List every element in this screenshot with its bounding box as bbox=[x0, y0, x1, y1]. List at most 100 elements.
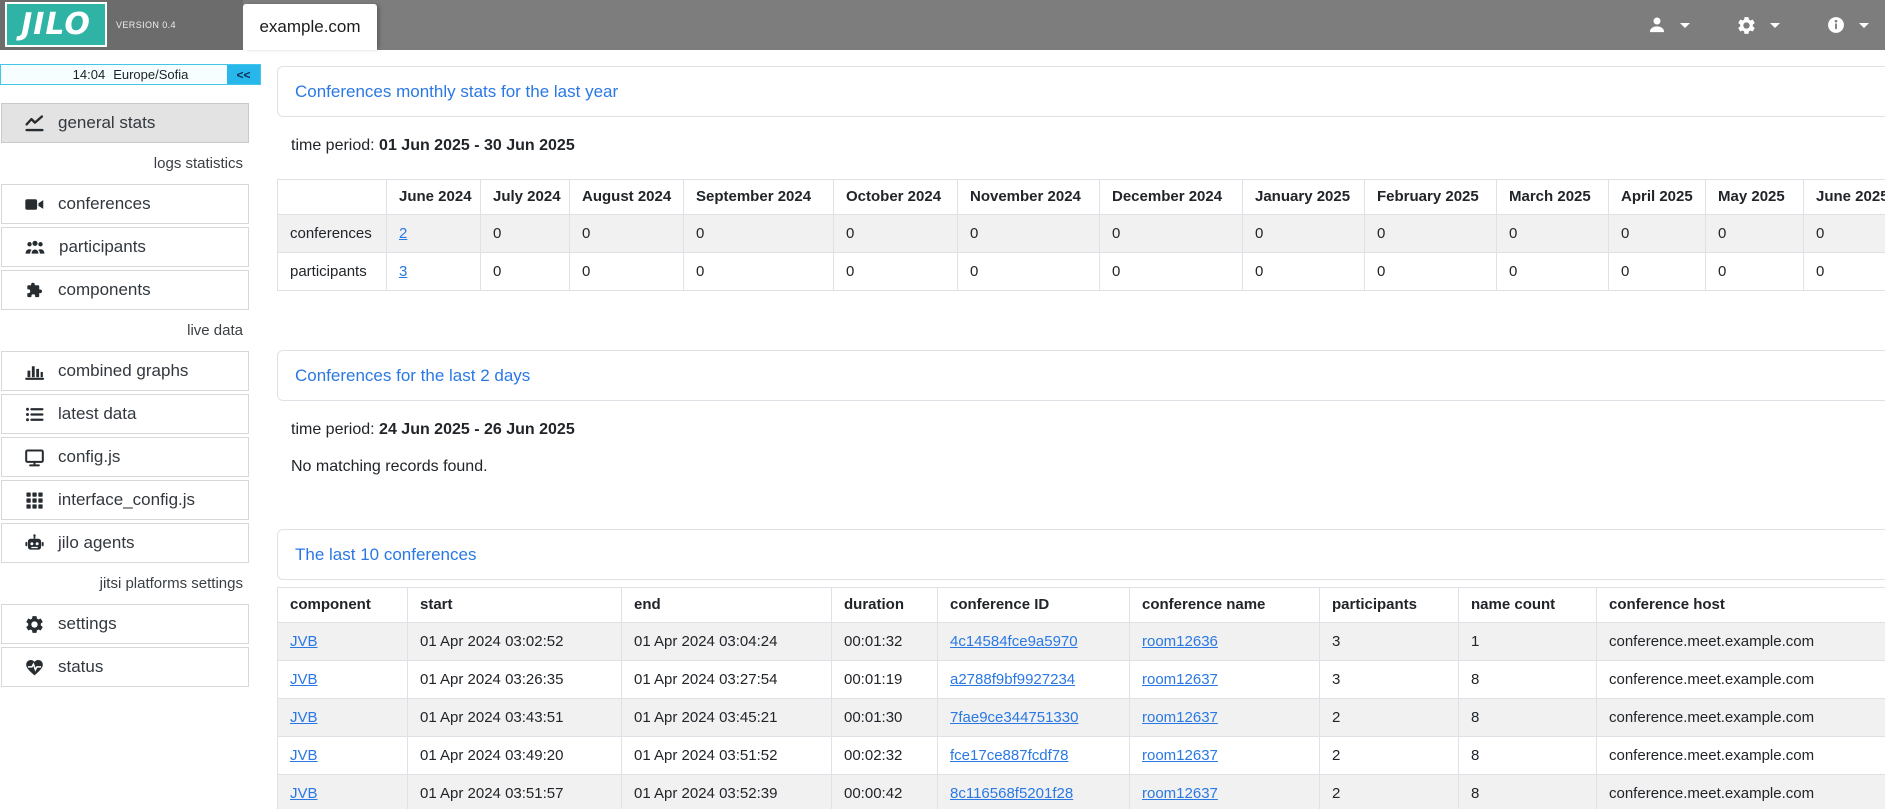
sidebar-item-components[interactable]: components bbox=[1, 270, 249, 310]
sidebar-item-general-stats[interactable]: general stats bbox=[1, 103, 249, 143]
jilo-logo[interactable]: JILO bbox=[5, 2, 107, 47]
jilo-app: JILO VERSION 0.4 example.com bbox=[0, 0, 1885, 809]
gear-icon bbox=[24, 614, 45, 635]
table-cell: 0 bbox=[1609, 253, 1706, 291]
table-link[interactable]: 4c14584fce9a5970 bbox=[950, 633, 1078, 650]
column-header: August 2024 bbox=[570, 180, 684, 215]
table-link[interactable]: JVB bbox=[290, 785, 318, 802]
table-cell: conference.meet.example.com bbox=[1597, 699, 1885, 737]
column-header: participants bbox=[1320, 588, 1459, 623]
platform-tab-example-com[interactable]: example.com bbox=[243, 4, 377, 50]
table-cell: conference.meet.example.com bbox=[1597, 623, 1885, 661]
table-cell: 8 bbox=[1459, 661, 1597, 699]
table-link[interactable]: JVB bbox=[290, 671, 318, 688]
sidebar-item-interface-config-js[interactable]: interface_config.js bbox=[1, 480, 249, 520]
table-cell: 2 bbox=[1320, 699, 1459, 737]
column-header: February 2025 bbox=[1365, 180, 1497, 215]
table-cell: JVB bbox=[278, 699, 408, 737]
table-row: JVB01 Apr 2024 03:49:2001 Apr 2024 03:51… bbox=[278, 737, 1885, 775]
bar-chart-icon bbox=[24, 361, 45, 382]
table-link[interactable]: 3 bbox=[399, 263, 407, 280]
settings-gear-icon bbox=[1736, 15, 1757, 36]
sidebar-item-status[interactable]: status bbox=[1, 647, 249, 687]
table-link[interactable]: room12637 bbox=[1142, 671, 1218, 688]
card-last-2-days-header: Conferences for the last 2 days bbox=[277, 350, 1885, 401]
table-link[interactable]: JVB bbox=[290, 709, 318, 726]
sidebar-item-label: settings bbox=[58, 614, 117, 634]
user-menu-dropdown[interactable] bbox=[1647, 15, 1690, 35]
table-link[interactable]: room12637 bbox=[1142, 709, 1218, 726]
table-link[interactable]: JVB bbox=[290, 747, 318, 764]
table-header-row: componentstartenddurationconference IDco… bbox=[278, 588, 1885, 623]
sidebar-item-config-js[interactable]: config.js bbox=[1, 437, 249, 477]
table-cell: conference.meet.example.com bbox=[1597, 737, 1885, 775]
table-cell: room12637 bbox=[1130, 737, 1320, 775]
table-cell: 01 Apr 2024 03:45:21 bbox=[622, 699, 832, 737]
table-cell: 3 bbox=[1320, 661, 1459, 699]
table-cell: 01 Apr 2024 03:02:52 bbox=[408, 623, 622, 661]
table-link[interactable]: 7fae9ce344751330 bbox=[950, 709, 1078, 726]
table-cell: 0 bbox=[1804, 215, 1885, 253]
table-cell: 0 bbox=[1609, 215, 1706, 253]
info-menu-dropdown[interactable] bbox=[1826, 15, 1869, 35]
table-cell: 1 bbox=[1459, 623, 1597, 661]
sidebar-item-latest-data[interactable]: latest data bbox=[1, 394, 249, 434]
sidebar-collapse-button[interactable]: << bbox=[227, 65, 260, 84]
column-header: November 2024 bbox=[958, 180, 1100, 215]
card-title: The last 10 conferences bbox=[295, 545, 476, 565]
clock-timezone: Europe/Sofia bbox=[113, 67, 188, 82]
sidebar-item-jilo-agents[interactable]: jilo agents bbox=[1, 523, 249, 563]
table-cell: 0 bbox=[1243, 215, 1365, 253]
column-header: conference host bbox=[1597, 588, 1885, 623]
card-title: Conferences for the last 2 days bbox=[295, 366, 530, 386]
table-link[interactable]: JVB bbox=[290, 633, 318, 650]
column-header: July 2024 bbox=[481, 180, 570, 215]
table-cell: 0 bbox=[481, 253, 570, 291]
table-cell: 00:01:30 bbox=[832, 699, 938, 737]
table-link[interactable]: room12637 bbox=[1142, 747, 1218, 764]
sidebar-item-label: status bbox=[58, 657, 103, 677]
table-cell: 01 Apr 2024 03:51:52 bbox=[622, 737, 832, 775]
sidebar-item-participants[interactable]: participants bbox=[1, 227, 249, 267]
table-cell: 00:02:32 bbox=[832, 737, 938, 775]
table-link[interactable]: 8c116568f5201f28 bbox=[950, 785, 1073, 802]
column-header: component bbox=[278, 588, 408, 623]
table-link[interactable]: room12636 bbox=[1142, 633, 1218, 650]
table-link[interactable]: fce17ce887fcdf78 bbox=[950, 747, 1068, 764]
column-header: October 2024 bbox=[834, 180, 958, 215]
card-last-10-conferences-header: The last 10 conferences bbox=[277, 529, 1885, 580]
caret-down-icon bbox=[1859, 23, 1869, 28]
top-navbar: JILO VERSION 0.4 example.com bbox=[0, 0, 1885, 50]
main-content: Conferences monthly stats for the last y… bbox=[277, 50, 1885, 809]
clock-widget: 14:04 Europe/Sofia << bbox=[0, 64, 261, 85]
info-icon bbox=[1826, 15, 1846, 35]
table-link[interactable]: 2 bbox=[399, 225, 407, 242]
table-row: JVB01 Apr 2024 03:51:5701 Apr 2024 03:52… bbox=[278, 775, 1885, 809]
column-header: December 2024 bbox=[1100, 180, 1243, 215]
chart-line-icon bbox=[24, 113, 45, 134]
sidebar-item-combined-graphs[interactable]: combined graphs bbox=[1, 351, 249, 391]
sidebar-item-label: general stats bbox=[58, 113, 155, 133]
sidebar-item-label: participants bbox=[59, 237, 146, 257]
sidebar-item-settings[interactable]: settings bbox=[1, 604, 249, 644]
sidebar-item-label: combined graphs bbox=[58, 361, 188, 381]
table-cell: a2788f9bf9927234 bbox=[938, 661, 1130, 699]
table-cell: 0 bbox=[1706, 253, 1804, 291]
table-cell: 2 bbox=[387, 215, 481, 253]
monthly-stats-table: June 2024July 2024August 2024September 2… bbox=[277, 179, 1885, 291]
table-cell: 0 bbox=[958, 215, 1100, 253]
table-link[interactable]: room12637 bbox=[1142, 785, 1218, 802]
column-header: June 2025 bbox=[1804, 180, 1885, 215]
table-cell: 0 bbox=[1497, 215, 1609, 253]
column-header: end bbox=[622, 588, 832, 623]
table-link[interactable]: a2788f9bf9927234 bbox=[950, 671, 1075, 688]
table-cell: 0 bbox=[684, 253, 834, 291]
sidebar-item-conferences[interactable]: conferences bbox=[1, 184, 249, 224]
table-cell: JVB bbox=[278, 775, 408, 809]
table-cell: 00:01:32 bbox=[832, 623, 938, 661]
navbar-icon-menus bbox=[1647, 0, 1869, 50]
settings-menu-dropdown[interactable] bbox=[1736, 15, 1780, 36]
column-header bbox=[278, 180, 387, 215]
last-10-conferences-table: componentstartenddurationconference IDco… bbox=[277, 587, 1885, 809]
column-header: name count bbox=[1459, 588, 1597, 623]
